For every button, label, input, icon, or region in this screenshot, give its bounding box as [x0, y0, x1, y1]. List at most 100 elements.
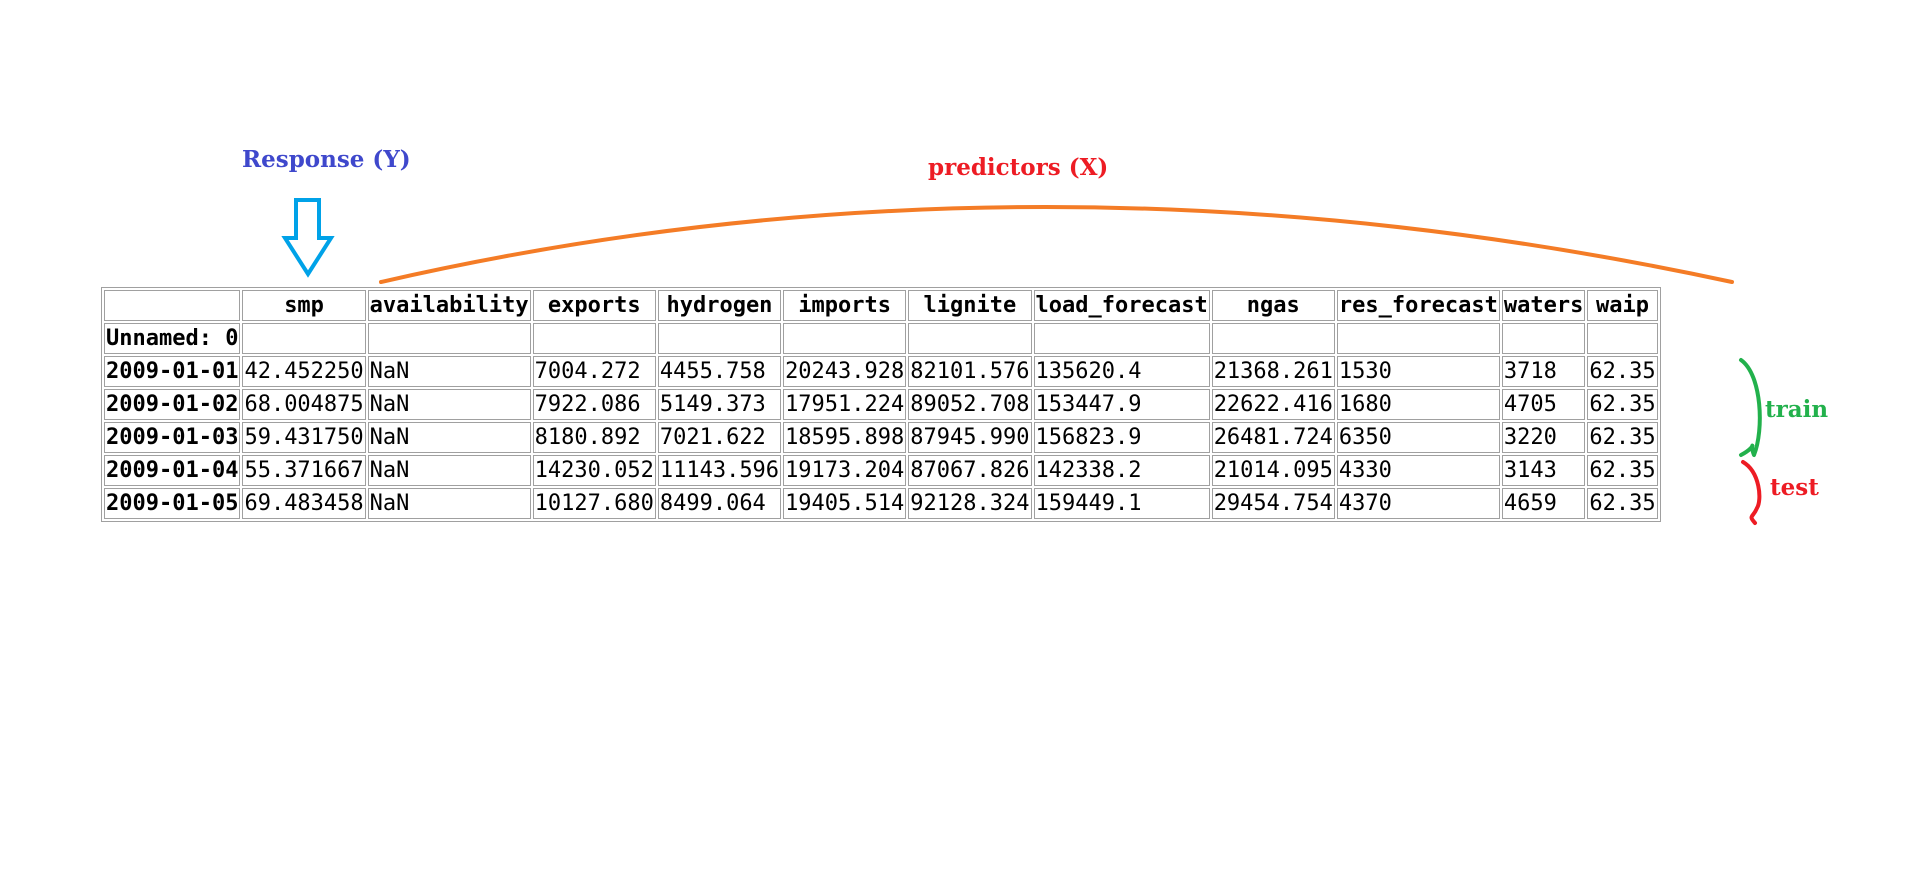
table-cell: 159449.1	[1033, 488, 1210, 519]
empty-cell	[783, 323, 907, 354]
empty-cell	[367, 323, 531, 354]
table-cell: 3143	[1501, 455, 1586, 486]
table-cell: 19173.204	[783, 455, 907, 486]
table-cell: 1530	[1336, 356, 1500, 387]
table-cell: NaN	[367, 422, 531, 453]
empty-cell	[1587, 323, 1658, 354]
table-cell: 29454.754	[1211, 488, 1335, 519]
empty-cell	[1211, 323, 1335, 354]
table-cell: 7004.272	[532, 356, 656, 387]
empty-cell	[908, 323, 1032, 354]
table-row: 2009-01-04 55.371667 NaN 14230.052 11143…	[104, 455, 1658, 486]
empty-cell	[532, 323, 656, 354]
table-cell: 153447.9	[1033, 389, 1210, 420]
curly-brace-icon	[1739, 358, 1762, 457]
table-cell: 42.452250	[242, 356, 366, 387]
table-row: 2009-01-02 68.004875 NaN 7922.086 5149.3…	[104, 389, 1658, 420]
header-cell-res-forecast: res_forecast	[1336, 290, 1500, 321]
row-index-cell: 2009-01-04	[104, 455, 241, 486]
down-arrow-icon	[281, 198, 335, 278]
predictors-label: predictors (X)	[928, 154, 1109, 181]
table-cell: 4455.758	[657, 356, 782, 387]
table-cell: 21368.261	[1211, 356, 1335, 387]
table-cell: 87067.826	[908, 455, 1032, 486]
table-cell: 4659	[1501, 488, 1586, 519]
table-cell: 19405.514	[783, 488, 907, 519]
table-cell: 7922.086	[532, 389, 656, 420]
train-label: train	[1765, 396, 1829, 423]
header-cell-availability: availability	[367, 290, 531, 321]
table-cell: 18595.898	[783, 422, 907, 453]
table-cell: NaN	[367, 488, 531, 519]
table-cell: 62.35	[1587, 422, 1658, 453]
header-cell-hydrogen: hydrogen	[657, 290, 782, 321]
table-cell: 8180.892	[532, 422, 656, 453]
table-cell: 62.35	[1587, 455, 1658, 486]
empty-cell	[1033, 323, 1210, 354]
header-row: smp availability exports hydrogen import…	[104, 290, 1658, 321]
index-name-row: Unnamed: 0	[104, 323, 1658, 354]
dataframe-table: smp availability exports hydrogen import…	[101, 287, 1661, 522]
table-cell: 4370	[1336, 488, 1500, 519]
table-cell: NaN	[367, 356, 531, 387]
table-cell: 3220	[1501, 422, 1586, 453]
table-cell: 87945.990	[908, 422, 1032, 453]
table-cell: 55.371667	[242, 455, 366, 486]
test-label: test	[1770, 474, 1819, 501]
header-cell-exports: exports	[532, 290, 656, 321]
table-cell: 20243.928	[783, 356, 907, 387]
table-cell: 62.35	[1587, 356, 1658, 387]
table-cell: 59.431750	[242, 422, 366, 453]
empty-cell	[1336, 323, 1500, 354]
header-cell-imports: imports	[783, 290, 907, 321]
table-cell: 3718	[1501, 356, 1586, 387]
table-cell: 69.483458	[242, 488, 366, 519]
table-cell: 17951.224	[783, 389, 907, 420]
table-cell: 4330	[1336, 455, 1500, 486]
empty-cell	[1501, 323, 1586, 354]
curly-brace-icon	[1741, 460, 1762, 525]
table-cell: 89052.708	[908, 389, 1032, 420]
table-cell: 8499.064	[657, 488, 782, 519]
header-cell-waip: waip	[1587, 290, 1658, 321]
table-cell: 1680	[1336, 389, 1500, 420]
table-cell: 68.004875	[242, 389, 366, 420]
row-index-cell: 2009-01-02	[104, 389, 241, 420]
table-row: 2009-01-01 42.452250 NaN 7004.272 4455.7…	[104, 356, 1658, 387]
empty-cell	[657, 323, 782, 354]
header-cell-load-forecast: load_forecast	[1033, 290, 1210, 321]
empty-cell	[242, 323, 366, 354]
table-cell: NaN	[367, 455, 531, 486]
table-cell: 92128.324	[908, 488, 1032, 519]
row-index-cell: 2009-01-03	[104, 422, 241, 453]
row-index-cell: 2009-01-01	[104, 356, 241, 387]
table-cell: 21014.095	[1211, 455, 1335, 486]
table-cell: 7021.622	[657, 422, 782, 453]
table-row: 2009-01-05 69.483458 NaN 10127.680 8499.…	[104, 488, 1658, 519]
table-cell: 5149.373	[657, 389, 782, 420]
index-name-cell: Unnamed: 0	[104, 323, 241, 354]
header-cell-lignite: lignite	[908, 290, 1032, 321]
header-cell-corner	[104, 290, 241, 321]
response-label: Response (Y)	[242, 146, 411, 173]
table-cell: 82101.576	[908, 356, 1032, 387]
predictors-arc	[379, 205, 1734, 284]
table-cell: NaN	[367, 389, 531, 420]
table-cell: 4705	[1501, 389, 1586, 420]
table-row: 2009-01-03 59.431750 NaN 8180.892 7021.6…	[104, 422, 1658, 453]
table-cell: 11143.596	[657, 455, 782, 486]
table-cell: 156823.9	[1033, 422, 1210, 453]
table-cell: 142338.2	[1033, 455, 1210, 486]
header-cell-smp: smp	[242, 290, 366, 321]
header-cell-ngas: ngas	[1211, 290, 1335, 321]
header-cell-waters: waters	[1501, 290, 1586, 321]
table-cell: 26481.724	[1211, 422, 1335, 453]
table-cell: 14230.052	[532, 455, 656, 486]
table-cell: 22622.416	[1211, 389, 1335, 420]
table-cell: 135620.4	[1033, 356, 1210, 387]
table-cell: 62.35	[1587, 389, 1658, 420]
row-index-cell: 2009-01-05	[104, 488, 241, 519]
table-cell: 10127.680	[532, 488, 656, 519]
table-cell: 62.35	[1587, 488, 1658, 519]
table-cell: 6350	[1336, 422, 1500, 453]
